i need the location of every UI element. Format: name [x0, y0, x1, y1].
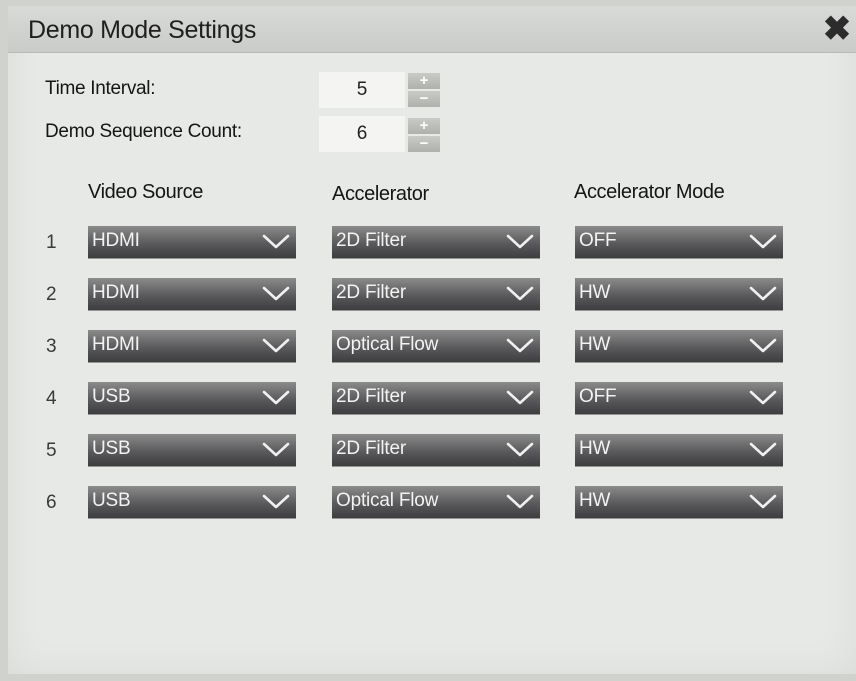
accelerator-mode-dropdown[interactable]: OFF	[575, 382, 783, 414]
video-source-dropdown-value: USB	[92, 438, 131, 459]
chevron-down-icon	[749, 492, 777, 510]
time-interval-decrement-button[interactable]: −	[408, 91, 440, 107]
dialog-title: Demo Mode Settings	[28, 16, 257, 44]
video-source-dropdown[interactable]: USB	[88, 434, 296, 466]
accelerator-mode-dropdown-value: HW	[579, 334, 611, 355]
accelerator-mode-dropdown-value: OFF	[579, 386, 617, 407]
sequence-count-stepper: + −	[408, 118, 440, 152]
chevron-down-icon	[262, 440, 290, 458]
accelerator-dropdown[interactable]: 2D Filter	[332, 434, 540, 466]
accelerator-dropdown-value: 2D Filter	[336, 282, 406, 303]
accelerator-dropdown-value: 2D Filter	[336, 438, 406, 459]
demo-mode-settings-dialog: Demo Mode Settings ✖ Time Interval: 5 + …	[8, 6, 856, 674]
close-icon[interactable]: ✖	[822, 12, 852, 46]
video-source-dropdown[interactable]: HDMI	[88, 226, 296, 258]
chevron-down-icon	[262, 232, 290, 250]
accelerator-mode-dropdown[interactable]: HW	[575, 434, 783, 466]
accelerator-dropdown[interactable]: Optical Flow	[332, 330, 540, 362]
chevron-down-icon	[749, 232, 777, 250]
time-interval-label: Time Interval:	[45, 78, 156, 99]
accelerator-dropdown-value: Optical Flow	[336, 334, 439, 355]
time-interval-value[interactable]: 5	[319, 72, 405, 108]
chevron-down-icon	[506, 388, 534, 406]
accelerator-dropdown-value: Optical Flow	[336, 490, 439, 511]
chevron-down-icon	[506, 336, 534, 354]
video-source-dropdown[interactable]: HDMI	[88, 278, 296, 310]
video-source-dropdown[interactable]: USB	[88, 382, 296, 414]
sequence-count-value[interactable]: 6	[319, 116, 405, 152]
video-source-dropdown-value: HDMI	[92, 230, 140, 251]
column-header-video-source: Video Source	[88, 181, 203, 203]
accelerator-mode-dropdown[interactable]: HW	[575, 330, 783, 362]
accelerator-dropdown[interactable]: Optical Flow	[332, 486, 540, 518]
chevron-down-icon	[506, 232, 534, 250]
accelerator-dropdown[interactable]: 2D Filter	[332, 382, 540, 414]
accelerator-mode-dropdown[interactable]: HW	[575, 278, 783, 310]
video-source-dropdown[interactable]: USB	[88, 486, 296, 518]
chevron-down-icon	[749, 284, 777, 302]
column-header-accelerator-mode: Accelerator Mode	[574, 181, 725, 203]
chevron-down-icon	[262, 284, 290, 302]
accelerator-mode-dropdown[interactable]: OFF	[575, 226, 783, 258]
chevron-down-icon	[749, 388, 777, 406]
accelerator-dropdown-value: 2D Filter	[336, 230, 406, 251]
title-bar: Demo Mode Settings ✖	[8, 6, 856, 53]
row-number: 1	[46, 232, 57, 253]
chevron-down-icon	[749, 440, 777, 458]
row-number: 4	[46, 388, 57, 409]
time-interval-increment-button[interactable]: +	[408, 73, 440, 89]
accelerator-dropdown[interactable]: 2D Filter	[332, 226, 540, 258]
chevron-down-icon	[506, 440, 534, 458]
video-source-dropdown-value: HDMI	[92, 282, 140, 303]
sequence-count-label: Demo Sequence Count:	[45, 121, 242, 142]
chevron-down-icon	[506, 284, 534, 302]
accelerator-mode-dropdown-value: HW	[579, 490, 611, 511]
chevron-down-icon	[506, 492, 534, 510]
row-number: 2	[46, 284, 57, 305]
row-number: 3	[46, 336, 57, 357]
accelerator-mode-dropdown[interactable]: HW	[575, 486, 783, 518]
chevron-down-icon	[749, 336, 777, 354]
video-source-dropdown-value: USB	[92, 490, 131, 511]
accelerator-mode-dropdown-value: HW	[579, 438, 611, 459]
chevron-down-icon	[262, 492, 290, 510]
accelerator-dropdown-value: 2D Filter	[336, 386, 406, 407]
row-number: 5	[46, 440, 57, 461]
video-source-dropdown-value: HDMI	[92, 334, 140, 355]
sequence-count-increment-button[interactable]: +	[408, 118, 440, 134]
chevron-down-icon	[262, 388, 290, 406]
accelerator-mode-dropdown-value: OFF	[579, 230, 617, 251]
video-source-dropdown[interactable]: HDMI	[88, 330, 296, 362]
accelerator-mode-dropdown-value: HW	[579, 282, 611, 303]
accelerator-dropdown[interactable]: 2D Filter	[332, 278, 540, 310]
video-source-dropdown-value: USB	[92, 386, 131, 407]
chevron-down-icon	[262, 336, 290, 354]
sequence-count-decrement-button[interactable]: −	[408, 136, 440, 152]
row-number: 6	[46, 492, 57, 513]
time-interval-stepper: + −	[408, 73, 440, 107]
column-header-accelerator: Accelerator	[332, 183, 429, 205]
